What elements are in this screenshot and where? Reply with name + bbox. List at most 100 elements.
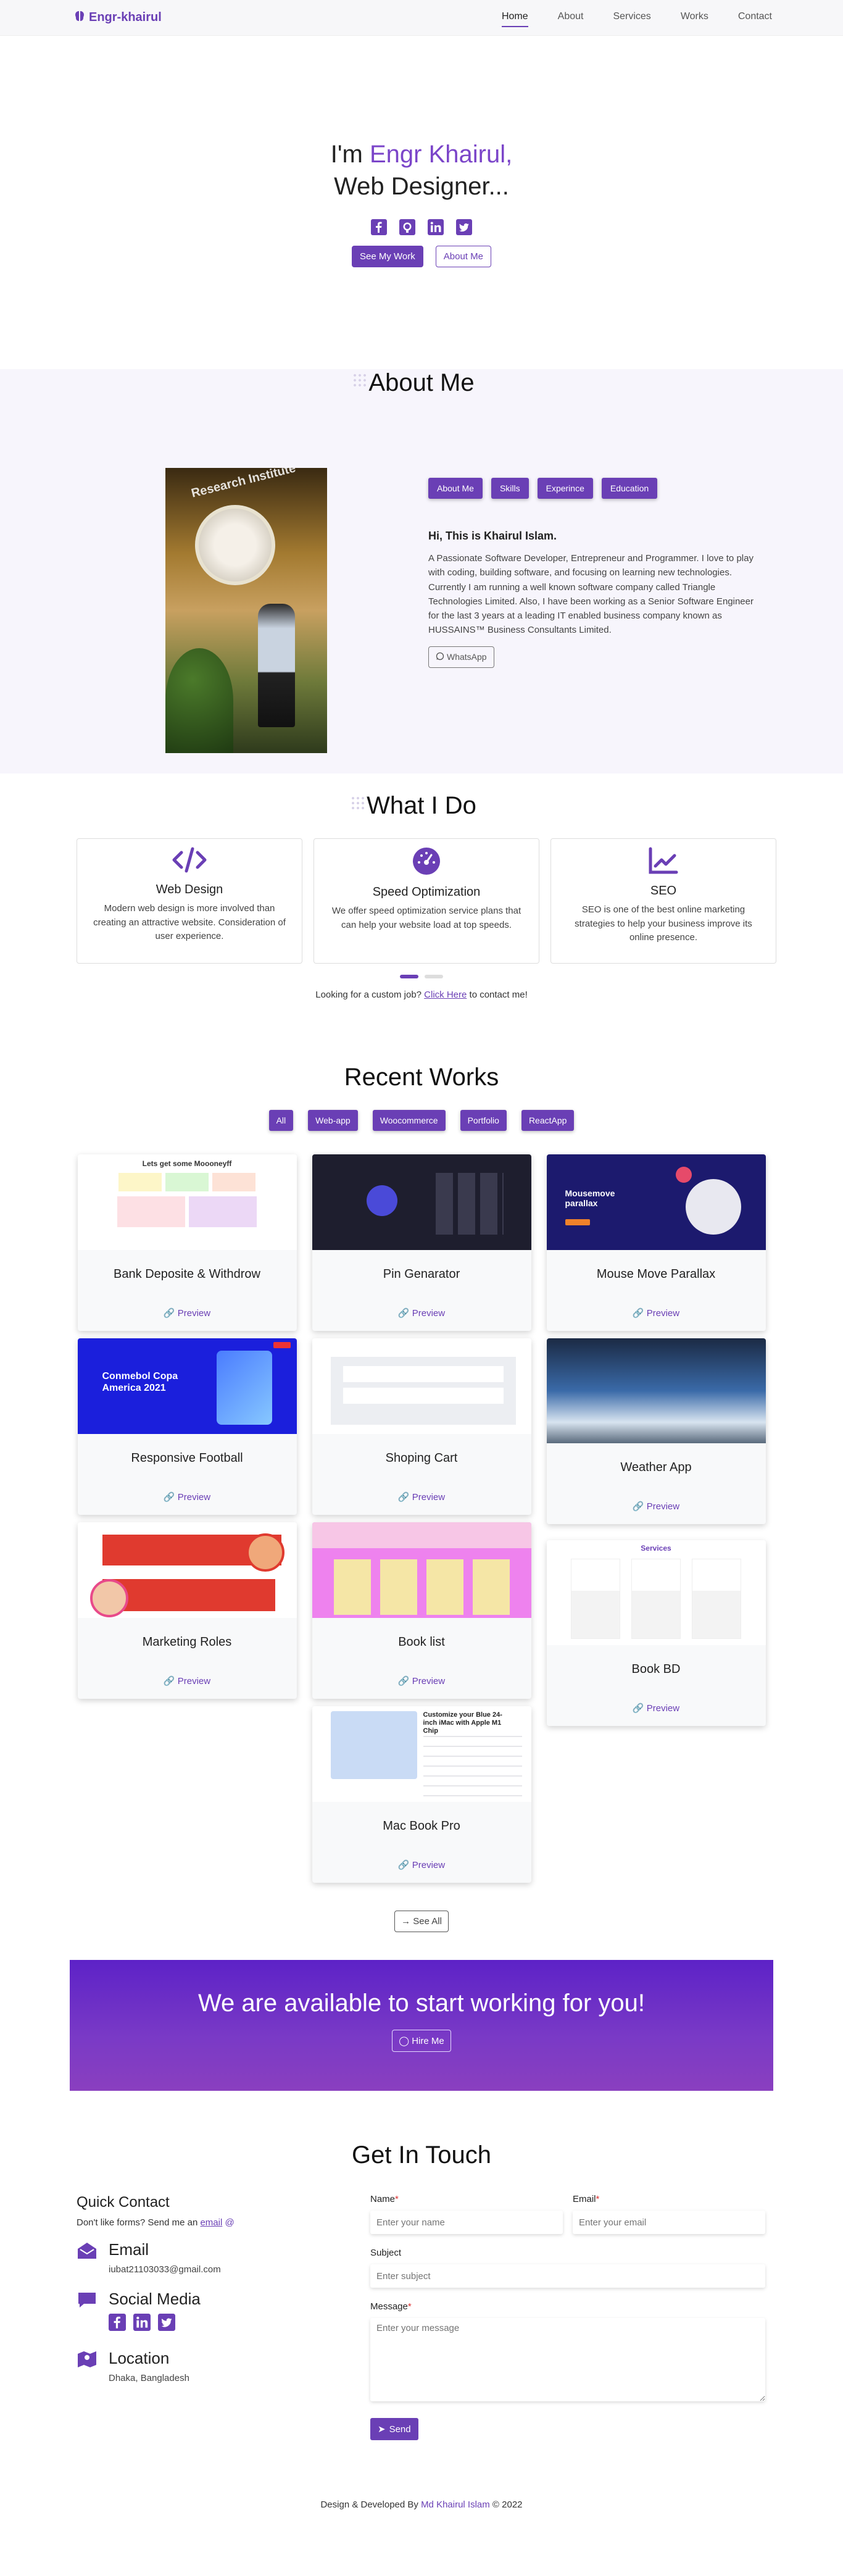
email-field[interactable] [573,2211,765,2234]
about-title-text: About Me [368,369,475,396]
contact-form: Name* Email* Subject Message* ➤Send [370,2194,765,2440]
footer-suffix: © 2022 [489,2499,523,2510]
tab-education[interactable]: Education [601,478,658,499]
quick-contact: Quick Contact Don't like forms? Send me … [77,2194,272,2440]
subject-field[interactable] [370,2264,765,2288]
message-label: Message* [370,2301,765,2312]
email-link[interactable]: email [200,2217,222,2228]
preview-link[interactable]: 🔗 Preview [78,1491,297,1515]
work-thumbnail: Services [546,1540,766,1645]
tab-skills[interactable]: Skills [491,478,529,499]
works-column: Mousemove parallax Mouse Move Parallax 🔗… [546,1154,766,1883]
name-field[interactable] [370,2211,563,2234]
nav-contact[interactable]: Contact [738,9,772,27]
work-thumbnail [77,1522,297,1618]
facebook-icon[interactable] [370,219,388,236]
see-my-work-button[interactable]: See My Work [352,245,423,267]
link-icon: 🔗 [632,1703,647,1714]
preview-label: Preview [646,1501,680,1512]
dont-like-forms: Don't like forms? Send me an email @ [77,2217,272,2228]
email-value[interactable]: iubat21103033@gmail.com [109,2264,221,2275]
preview-link[interactable]: 🔗 Preview [312,1675,531,1699]
works-filters: All Web-app Woocommerce Portfolio ReactA… [0,1110,843,1131]
contact-title: Get In Touch [351,2141,492,2169]
location-value: Dhaka, Bangladesh [109,2373,189,2383]
work-title: Responsive Football [131,1451,243,1465]
preview-link[interactable]: 🔗 Preview [547,1307,766,1331]
work-title: Mac Book Pro [383,1819,460,1833]
facebook-icon[interactable] [109,2314,126,2334]
preview-link[interactable]: 🔗 Preview [547,1703,766,1726]
link-icon: 🔗 [163,1492,178,1503]
preview-link[interactable]: 🔗 Preview [312,1491,531,1515]
tab-experience[interactable]: Experince [537,478,593,499]
filter-portfolio[interactable]: Portfolio [460,1110,507,1131]
see-all-button[interactable]: → See All [394,1911,449,1932]
whatsapp-icon [436,652,444,662]
thumb-caption: Customize your Blue 24-inch iMac with Ap… [423,1711,502,1735]
whatsapp-button[interactable]: WhatsApp [428,646,494,668]
filter-web-app[interactable]: Web-app [308,1110,358,1131]
message-group: Message* [370,2301,765,2404]
tab-about-me[interactable]: About Me [428,478,483,499]
message-field[interactable] [370,2318,765,2401]
preview-label: Preview [177,1676,211,1686]
work-thumbnail: Customize your Blue 24-inch iMac with Ap… [312,1706,531,1802]
hero-socials [370,219,473,236]
speedometer-icon [412,848,441,878]
linkedin-icon[interactable] [133,2314,151,2334]
send-button[interactable]: ➤ Send [370,2418,418,2440]
link-icon: 🔗 [397,1860,412,1870]
nav-works[interactable]: Works [681,9,708,27]
hero-section: I'm Engr Khairul, Web Designer... See My… [0,36,843,369]
carousel-dot-2[interactable] [425,975,443,978]
twitter-icon[interactable] [455,219,473,236]
preview-link[interactable]: 🔗 Preview [547,1501,766,1524]
social-label: Social Media [109,2290,201,2308]
about-text: A Passionate Software Developer, Entrepr… [428,553,754,636]
work-card: Lets get some Moooneyff Bank Deposite & … [77,1154,297,1331]
hire-me-button[interactable]: ◯ Hire Me [392,2030,451,2052]
filter-woocommerce[interactable]: Woocommerce [372,1110,446,1131]
name-group: Name* [370,2194,563,2234]
click-here-link[interactable]: Click Here [424,990,467,1000]
custom-job-prefix: Looking for a custom job? [315,990,425,1000]
name-label: Name* [370,2194,563,2204]
preview-link[interactable]: 🔗 Preview [78,1307,297,1331]
link-icon: 🔗 [397,1492,412,1503]
works-title: Recent Works [344,1064,499,1091]
whatsapp-icon: ◯ [399,2036,412,2046]
services-title-text: What I Do [367,792,476,819]
filter-reactapp[interactable]: ReactApp [521,1110,575,1131]
service-title: Speed Optimization [372,885,481,899]
work-card: Pin Genarator 🔗 Preview [312,1154,531,1331]
works-section: Recent Works All Web-app Woocommerce Por… [0,1064,843,1932]
preview-label: Preview [412,1308,446,1319]
twitter-icon[interactable] [158,2314,175,2334]
nav-services[interactable]: Services [613,9,650,27]
work-card: Shoping Cart 🔗 Preview [312,1338,531,1515]
preview-link[interactable]: 🔗 Preview [78,1675,297,1699]
paper-plane-icon: ➤ [378,2424,386,2435]
preview-link[interactable]: 🔗 Preview [312,1859,531,1883]
github-icon[interactable] [399,219,416,236]
link-icon: 🔗 [632,1501,647,1512]
work-thumbnail [312,1522,531,1618]
brand-logo[interactable]: Engr-khairul [74,10,162,26]
hero-role: Web Designer... [334,172,509,200]
hero-name: Engr Khairul, [369,140,513,168]
filter-all[interactable]: All [268,1110,294,1131]
name-label-text: Name [370,2194,396,2204]
contact-social: Social Media [77,2290,272,2334]
preview-link[interactable]: 🔗 Preview [312,1307,531,1331]
carousel-dot-1[interactable] [400,975,418,978]
about-me-button[interactable]: About Me [435,245,491,267]
linkedin-icon[interactable] [427,219,444,236]
author-link[interactable]: Md Khairul Islam [421,2499,490,2510]
required-marker: * [395,2194,399,2204]
hero-prefix: I'm [330,140,370,168]
nav-home[interactable]: Home [501,9,528,27]
works-column: Lets get some Moooneyff Bank Deposite & … [77,1154,297,1883]
work-title: Mouse Move Parallax [596,1267,716,1281]
nav-about[interactable]: About [558,9,584,27]
